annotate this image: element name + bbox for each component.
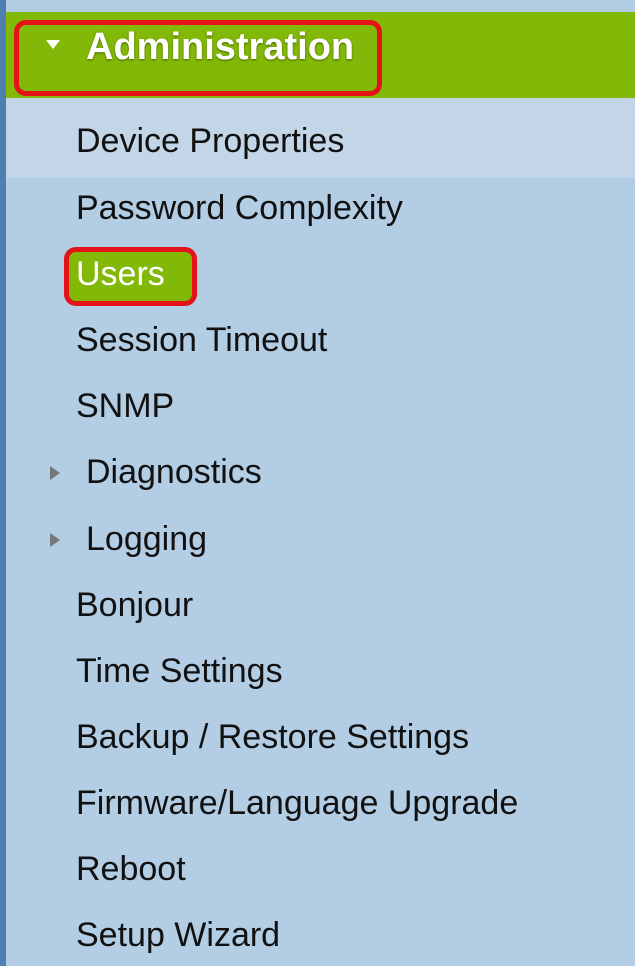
sidebar-item-session-timeout[interactable]: Session Timeout: [76, 323, 327, 357]
sidebar-item-diagnostics[interactable]: Diagnostics: [86, 455, 262, 489]
sidebar-item-backup-restore-settings[interactable]: Backup / Restore Settings: [76, 720, 469, 754]
sidebar-item-reboot[interactable]: Reboot: [76, 852, 186, 886]
sidebar-item-bonjour[interactable]: Bonjour: [76, 588, 193, 622]
sidebar-item-setup-wizard[interactable]: Setup Wizard: [76, 918, 280, 952]
sidebar-item-logging[interactable]: Logging: [86, 522, 207, 556]
sidebar-item-password-complexity[interactable]: Password Complexity: [76, 191, 403, 225]
caret-right-icon[interactable]: [50, 466, 60, 480]
caret-right-icon[interactable]: [50, 533, 60, 547]
sidebar-item-snmp[interactable]: SNMP: [76, 389, 174, 423]
sidebar-item-device-properties[interactable]: Device Properties: [76, 124, 344, 158]
section-title[interactable]: Administration: [86, 28, 354, 66]
caret-down-icon[interactable]: [46, 40, 60, 49]
sidebar-item-time-settings[interactable]: Time Settings: [76, 654, 283, 688]
sidebar-item-users[interactable]: Users: [76, 257, 165, 291]
sidebar-item-firmware-language-upgrade[interactable]: Firmware/Language Upgrade: [76, 786, 518, 820]
